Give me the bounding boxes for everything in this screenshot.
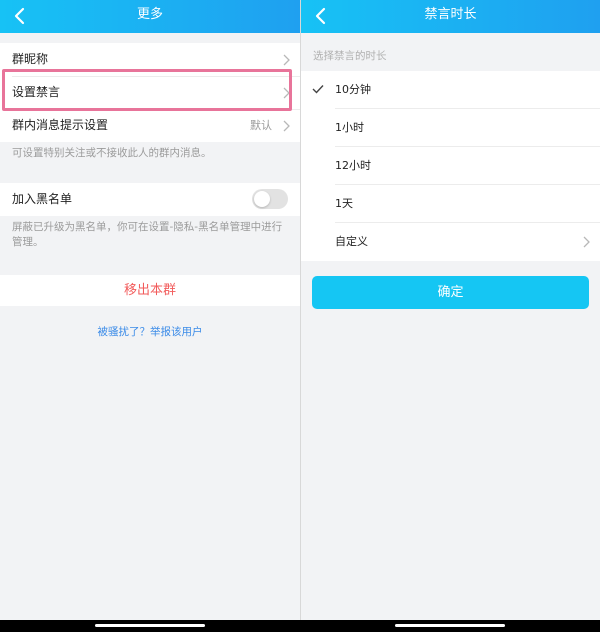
confirm-button[interactable]: 确定 [312,276,589,309]
duration-option-1h[interactable]: 1小时 [301,109,600,147]
blacklist-label: 加入黑名单 [12,192,73,206]
duration-hint: 选择禁言的时长 [313,50,387,62]
more-screen: 更多 群昵称 设置禁言 群内消息提示设置 默认 可设置特别关注或不接收此人的群内… [0,0,300,620]
blacklist-note: 屏蔽已升级为黑名单，你可在设置-隐私-黑名单管理中进行管理。 [12,221,283,248]
duration-option-custom[interactable]: 自定义 [301,223,600,261]
message-notify-value: 默认 [250,119,272,132]
message-notify-note: 可设置特别关注或不接收此人的群内消息。 [12,147,212,159]
mute-duration-screen: 禁言时长 选择禁言的时长 10分钟 1小时 12小时 1天 自定义 确定 [301,0,600,620]
toggle-knob [254,191,270,207]
blacklist-toggle[interactable] [252,189,288,209]
highlight-box [2,69,292,111]
report-user-link[interactable]: 被骚扰了？举报该用户 [0,324,300,339]
home-indicator[interactable] [95,624,205,627]
nav-bar: 禁言时长 [301,0,600,33]
remove-label: 移出本群 [123,283,176,298]
duration-option-10min[interactable]: 10分钟 [301,71,600,109]
duration-option-list: 10分钟 1小时 12小时 1天 自定义 [301,71,600,261]
home-bar [0,620,600,632]
checkmark-icon [312,85,324,94]
option-label: 1天 [335,197,353,210]
duration-option-12h[interactable]: 12小时 [301,147,600,185]
nav-bar: 更多 [0,0,300,33]
duration-option-1d[interactable]: 1天 [301,185,600,223]
option-label: 12小时 [335,159,371,172]
option-label: 自定义 [335,235,368,248]
message-notify-label: 群内消息提示设置 [12,118,109,132]
confirm-label: 确定 [437,285,464,300]
option-label: 10分钟 [335,83,371,96]
chevron-right-icon [283,54,290,66]
page-title: 更多 [136,7,163,22]
page-title: 禁言时长 [424,7,477,22]
chevron-right-icon [283,120,290,132]
option-label: 1小时 [335,121,364,134]
home-indicator[interactable] [395,624,505,627]
message-notify-row[interactable]: 群内消息提示设置 默认 [0,109,300,142]
remove-from-group-button[interactable]: 移出本群 [0,275,300,306]
chevron-right-icon [583,236,590,248]
